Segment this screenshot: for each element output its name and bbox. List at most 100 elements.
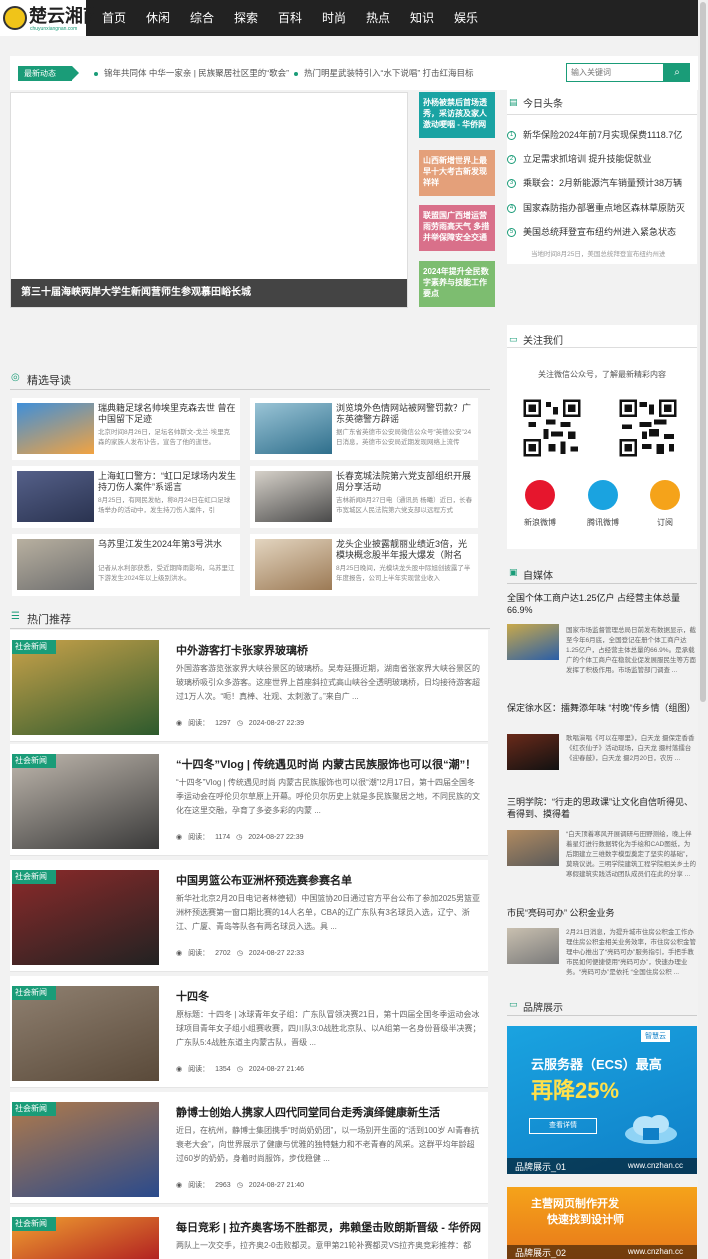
news-category-tag[interactable]: 社会新闻 [12,754,56,768]
news-thumbnail[interactable] [12,986,159,1081]
news-item[interactable]: 社会新闻 十四冬 原标题：十四冬 | 冰球青年女子组：广东队冒领决赛21日，第十… [10,976,488,1088]
headline-item[interactable]: 2 立足需求抓培训 提升技能促就业 [507,152,652,165]
guide-title[interactable]: 龙头企业披露靓丽业绩近3倍，光模块概念股半年报大爆发（附名单） [336,539,474,561]
search-input[interactable] [566,63,664,82]
nav-item-knowledge[interactable]: 知识 [400,0,444,36]
news-category-tag[interactable]: 社会新闻 [12,1217,56,1231]
brand-card[interactable]: 智慧云 云服务器（ECS）最高 再降25% 查看详情 品牌展示_01 www.c… [507,1026,697,1174]
bullet-icon [294,71,298,76]
news-category-tag[interactable]: 社会新闻 [12,870,56,884]
guide-card[interactable]: 龙头企业披露靓丽业绩近3倍，光模块概念股半年报大爆发（附名单） 8月25日晚间，… [250,534,478,596]
nav-item-entertainment[interactable]: 娱乐 [444,0,488,36]
headline-text: 立足需求抓培训 提升技能促就业 [523,154,652,164]
side-tile[interactable]: 联盟国广西增运营雨劳雨高天气 多措并举保障安全交通 [419,205,495,251]
nav-item-leisure[interactable]: 休闲 [136,0,180,36]
guide-thumbnail[interactable] [255,539,332,590]
side-tile[interactable]: 2024年提升全民数字素养与技能工作要点 [419,261,495,307]
media-title[interactable]: 三明学院：“行走的思政课”让文化自信听得见、看得到、摸得着 [507,796,697,820]
nav-item-encyclopedia[interactable]: 百科 [268,0,312,36]
guide-card[interactable]: 上海虹口警方：“虹口足球场内发生持刀伤人案件”系谣言 8月25日，有网民发帖，称… [12,466,240,528]
ticker-item[interactable]: 热门明星武装特引入“水下说唱” 打击红海目标 [294,67,474,79]
nav-item-home[interactable]: 首页 [92,0,136,36]
headline-item[interactable]: 4 国家森防指办部署重点地区森林草原防灭 [507,201,685,214]
guide-thumbnail[interactable] [255,403,332,454]
nav-item-fashion[interactable]: 时尚 [312,0,356,36]
news-thumbnail[interactable] [12,640,159,735]
news-category-tag[interactable]: 社会新闻 [12,1102,56,1116]
news-title[interactable]: 十四冬 [176,988,481,1004]
guide-title[interactable]: 瑞典籍足球名帅埃里克森去世 曾在中国留下足迹 [98,403,236,425]
featured-slider[interactable]: 第三十届海峡两岸大学生新闻营师生参观慕田峪长城 [10,92,408,308]
scrollbar-thumb[interactable] [700,2,706,702]
ticker-item[interactable]: 锦年共同体 中华一家亲 | 民族聚居社区里的“歌会” [94,67,289,79]
guide-thumbnail[interactable] [17,403,94,454]
guide-thumbnail[interactable] [17,539,94,590]
news-thumbnail[interactable] [12,1102,159,1197]
side-tile-text: 联盟国广西增运营雨劳雨高天气 多措并举保障安全交通 [423,211,490,242]
guide-title[interactable]: 浏览境外色情网站被网警罚款？广东英德警方辟谣 [336,403,474,425]
site-logo[interactable]: 楚云湘南 chuyunxiangnan.com [0,0,101,36]
guide-description: 记者从水利部获悉，受近期降雨影响，乌苏里江下游发生2024年以上级别洪水。 [98,565,235,582]
weibo-icon[interactable] [525,480,555,510]
news-title[interactable]: 中外游客打卡张家界玻璃桥 [176,642,481,658]
guide-card[interactable]: 乌苏里江发生2024年第3号洪水 记者从水利部获悉，受近期降雨影响，乌苏里江下游… [12,534,240,596]
guide-card[interactable]: 长春宽城法院第六党支部组织开展周分享活动 吉林新闻8月27日电（通讯员 杨曦）近… [250,466,478,528]
guide-thumbnail[interactable] [255,471,332,522]
read-count: 2963 [215,1182,231,1189]
clock-icon: ◷ [236,720,243,727]
media-title[interactable]: 保定徐水区：擂舞添年味 “村晚”传乡情（组图） [507,702,697,714]
headline-footnote: 当地时间8月25日，美国总统拜登宣布纽约州进 [531,251,666,258]
guide-title[interactable]: 乌苏里江发生2024年第3号洪水 [98,539,236,561]
publish-date: 2024-08-27 21:46 [248,1066,305,1073]
social-label[interactable]: 腾讯微博 [578,517,628,528]
rss-icon[interactable] [650,480,680,510]
nav-item-explore[interactable]: 探索 [224,0,268,36]
media-title[interactable]: 市民“亮码可办” 公积金业务 [507,907,697,919]
media-thumbnail[interactable] [507,830,559,866]
qr-code-icon [521,397,583,459]
search-button[interactable]: ⌕ [664,63,690,82]
social-label[interactable]: 新浪微博 [515,517,565,528]
guide-title[interactable]: 长春宽城法院第六党支部组织开展周分享活动 [336,471,474,493]
page-scrollbar[interactable] [698,0,708,1259]
brand-card[interactable]: 主营网页制作开发 快速找到设计师 品牌展示_02 www.cnzhan.cc [507,1187,697,1259]
nav-item-general[interactable]: 综合 [180,0,224,36]
logo-subtitle: chuyunxiangnan.com [30,26,78,32]
tencent-weibo-icon[interactable] [588,480,618,510]
guide-title[interactable]: 上海虹口警方：“虹口足球场内发生持刀伤人案件”系谣言 [98,471,236,493]
news-category-tag[interactable]: 社会新闻 [12,986,56,1000]
news-title[interactable]: 中国男篮公布亚洲杯预选赛参赛名单 [176,872,481,888]
news-thumbnail[interactable] [12,870,159,965]
news-item[interactable]: 社会新闻 静博士创始人携家人四代同堂同台走秀演绎健康新生活 近日，在杭州，静博士… [10,1092,488,1204]
brand-detail-button[interactable]: 查看详情 [529,1118,597,1134]
news-summary: 近日，在杭州，静博士集团携手“时尚奶奶团”，以一场别开生面的“活到100岁 AI… [176,1126,480,1163]
media-title[interactable]: 全国个体工商户达1.25亿户 占经营主体总量66.9% [507,592,697,616]
news-item[interactable]: 社会新闻 “十四冬”Vlog | 传统遇见时尚 内蒙古民族服饰也可以很“潮”！ … [10,744,488,856]
media-thumbnail[interactable] [507,624,559,660]
news-item[interactable]: 社会新闻 中国男篮公布亚洲杯预选赛参赛名单 新华社北京2月20日电记者林德韧）中… [10,860,488,972]
news-item[interactable]: 社会新闻 每日竞彩 | 拉齐奥客场不胜都灵，弗赖堡击败朗斯晋级 - 华侨网 两队… [10,1207,488,1259]
brand-caption-bar: 品牌展示_01 www.cnzhan.cc [507,1158,697,1174]
guide-description: 8月25日，有网民发帖，称8月24日在虹口足球场举办的活动中，发生持刀伤人案件，… [98,497,231,514]
news-title[interactable]: 静博士创始人携家人四代同堂同台走秀演绎健康新生活 [176,1104,481,1120]
news-title[interactable]: “十四冬”Vlog | 传统遇见时尚 内蒙古民族服饰也可以很“潮”！ [176,756,481,772]
side-tile[interactable]: 山西新增世界上最早十大考古新发现 祥祥 [419,150,495,196]
media-thumbnail[interactable] [507,734,559,770]
news-title[interactable]: 每日竞彩 | 拉齐奥客场不胜都灵，弗赖堡击败朗斯晋级 - 华侨网 [176,1219,481,1235]
binoculars-icon: ◎ [11,372,20,383]
news-category-tag[interactable]: 社会新闻 [12,640,56,654]
guide-thumbnail[interactable] [17,471,94,522]
guide-card[interactable]: 浏览境外色情网站被网警罚款？广东英德警方辟谣 据广东省英德市公安局微信公众号“英… [250,398,478,460]
headline-item[interactable]: 5 美国总统拜登宣布纽约州进入紧急状态 [507,225,676,238]
guide-card[interactable]: 瑞典籍足球名帅埃里克森去世 曾在中国留下足迹 北京时间8月26日，足坛名帅斯文-… [12,398,240,460]
news-thumbnail[interactable] [12,754,159,849]
headline-item[interactable]: 3 乘联会：2月新能源汽车销量预计38万辆 [507,176,682,189]
slider-caption[interactable]: 第三十届海峡两岸大学生新闻营师生参观慕田峪长城 [11,279,407,307]
nav-item-hot[interactable]: 热点 [356,0,400,36]
media-thumbnail[interactable] [507,928,559,964]
news-item[interactable]: 社会新闻 中外游客打卡张家界玻璃桥 外国游客游览张家界大峡谷景区的玻璃桥。吴寿廷… [10,630,488,742]
social-label[interactable]: 订阅 [640,517,690,528]
side-tile[interactable]: 孙杨被禁后首场透秀，采访孩及家人激动哽咽 - 华侨网 [419,92,495,138]
headline-item[interactable]: 1 新华保险2024年前7月实现保费1118.7亿 [507,128,682,141]
news-summary: 新华社北京2月20日电记者林德韧）中国篮协20日通过官方平台公布了参加2025男… [176,894,481,931]
